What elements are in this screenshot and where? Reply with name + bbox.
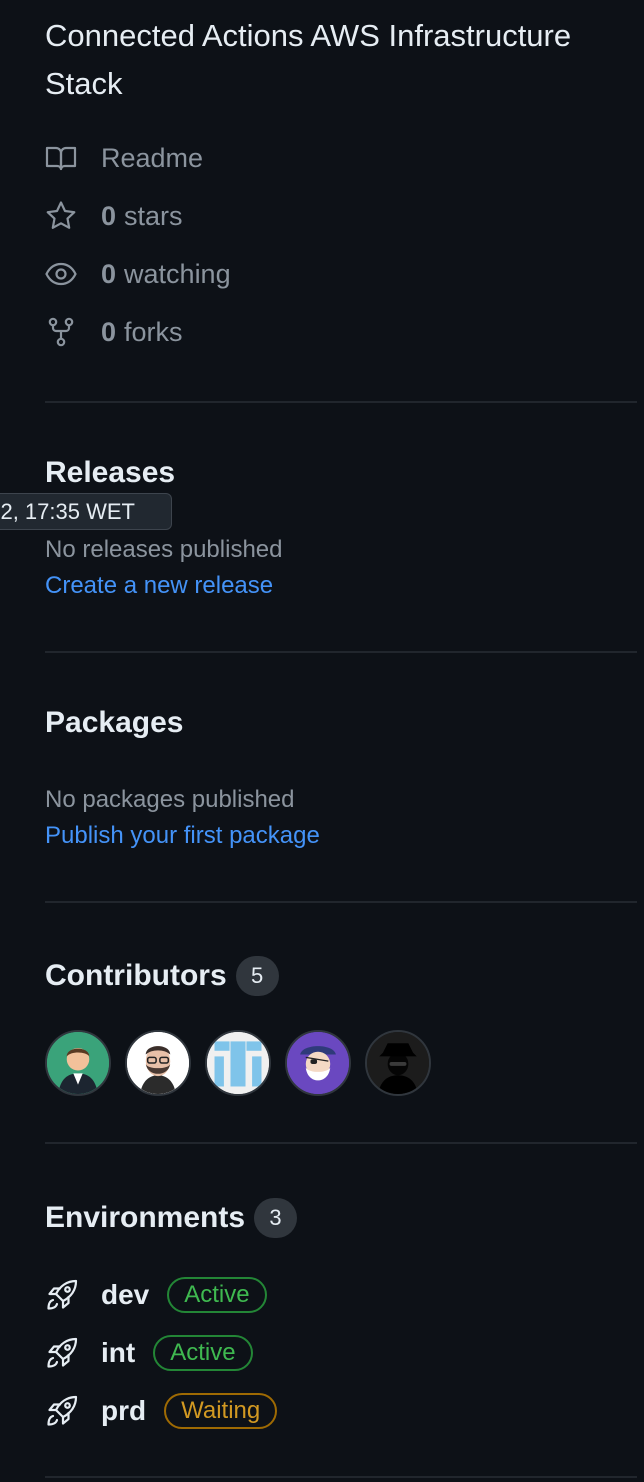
- stars-count: 0: [101, 200, 117, 231]
- rocket-icon: [45, 1278, 79, 1312]
- create-release-link[interactable]: Create a new release: [45, 572, 273, 600]
- divider: [45, 401, 637, 403]
- watching-label: watching: [124, 258, 231, 289]
- status-badge: Waiting: [164, 1393, 278, 1429]
- contributors-heading[interactable]: Contributors 5: [45, 956, 279, 996]
- divider: [45, 651, 637, 653]
- environment-name: prd: [101, 1395, 147, 1426]
- watchers-link[interactable]: 0 watching: [45, 254, 231, 294]
- environment-name: dev: [101, 1279, 150, 1310]
- contributors-title: Contributors: [45, 959, 227, 992]
- environment-item[interactable]: dev Active: [45, 1275, 267, 1315]
- contributor-avatars: [45, 1030, 445, 1096]
- environment-name: int: [101, 1337, 136, 1368]
- fork-icon: [45, 316, 77, 348]
- timestamp-tooltip: 022, 17:35 WET: [0, 493, 172, 530]
- star-icon: [45, 200, 77, 232]
- tooltip-text: 022, 17:35 WET: [0, 499, 135, 524]
- rocket-icon: [45, 1336, 79, 1370]
- avatar[interactable]: [285, 1030, 351, 1096]
- environments-title: Environments: [45, 1201, 246, 1234]
- readme-link[interactable]: Readme: [45, 138, 203, 178]
- stars-link[interactable]: 0 stars: [45, 196, 183, 236]
- eye-icon: [45, 258, 77, 290]
- no-releases-text: No releases published: [45, 536, 283, 563]
- avatar[interactable]: [45, 1030, 111, 1096]
- book-icon: [45, 142, 77, 174]
- environment-item[interactable]: prd Waiting: [45, 1391, 278, 1431]
- status-badge: Active: [167, 1277, 267, 1313]
- contributors-count-badge: 5: [235, 956, 279, 996]
- no-packages-text: No packages published: [45, 786, 295, 813]
- environments-heading[interactable]: Environments 3: [45, 1198, 298, 1238]
- stars-label: stars: [124, 200, 183, 231]
- environment-item[interactable]: int Active: [45, 1333, 253, 1373]
- packages-heading[interactable]: Packages: [45, 706, 183, 740]
- releases-heading[interactable]: Releases: [45, 456, 175, 490]
- environments-count-badge: 3: [254, 1198, 298, 1238]
- publish-package-link[interactable]: Publish your first package: [45, 822, 320, 850]
- avatar[interactable]: [125, 1030, 191, 1096]
- forks-label: forks: [124, 316, 183, 347]
- releases-title: Releases: [45, 456, 176, 489]
- watching-count: 0: [101, 258, 117, 289]
- packages-title: Packages: [45, 706, 184, 739]
- status-badge: Active: [153, 1335, 253, 1371]
- repo-description: Connected Actions AWS Infrastructure Sta…: [45, 18, 572, 101]
- avatar[interactable]: [205, 1030, 271, 1096]
- divider: [45, 901, 637, 903]
- forks-link[interactable]: 0 forks: [45, 312, 183, 352]
- forks-count: 0: [101, 316, 117, 347]
- divider: [45, 1476, 637, 1478]
- readme-label: Readme: [101, 142, 204, 173]
- rocket-icon: [45, 1394, 79, 1428]
- avatar[interactable]: [365, 1030, 431, 1096]
- divider: [45, 1142, 637, 1144]
